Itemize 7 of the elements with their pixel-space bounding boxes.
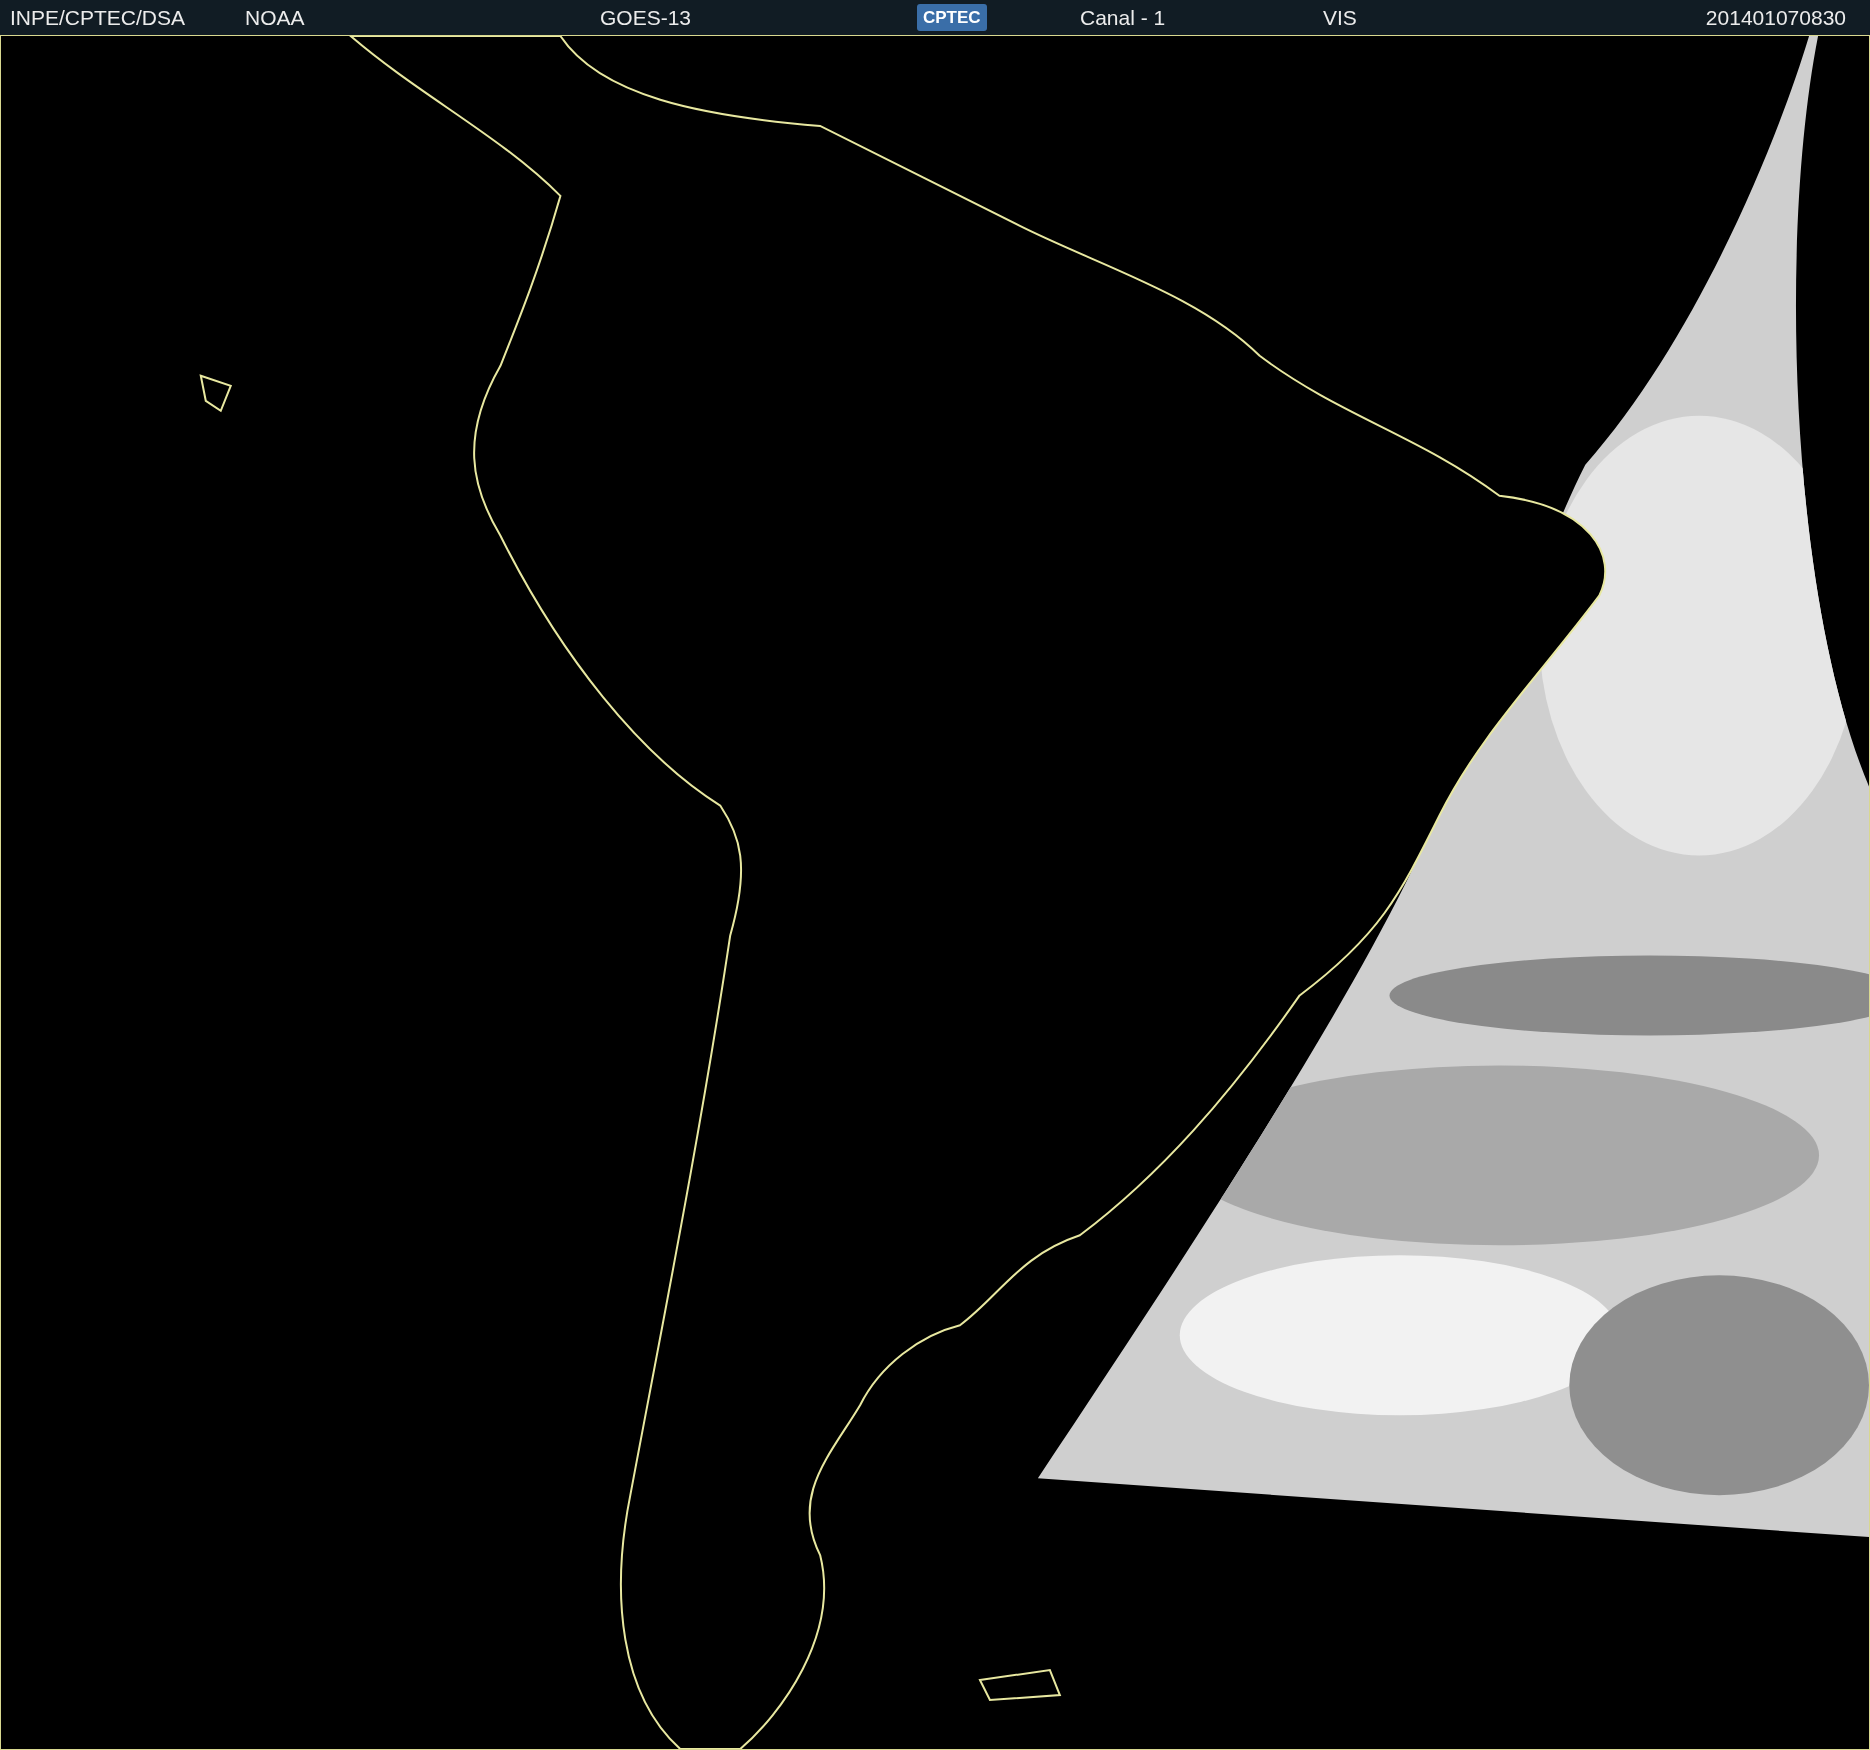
header-text: VIS: [1323, 5, 1357, 30]
header-text: 201401070830: [1705, 5, 1846, 30]
header-text: GOES-13: [600, 5, 692, 30]
header-text: NOAA: [245, 5, 305, 30]
header-text: INPE/CPTEC/DSA: [10, 5, 186, 30]
header-text: Canal - 1: [1080, 5, 1166, 30]
logo: CPTEC: [917, 4, 987, 31]
